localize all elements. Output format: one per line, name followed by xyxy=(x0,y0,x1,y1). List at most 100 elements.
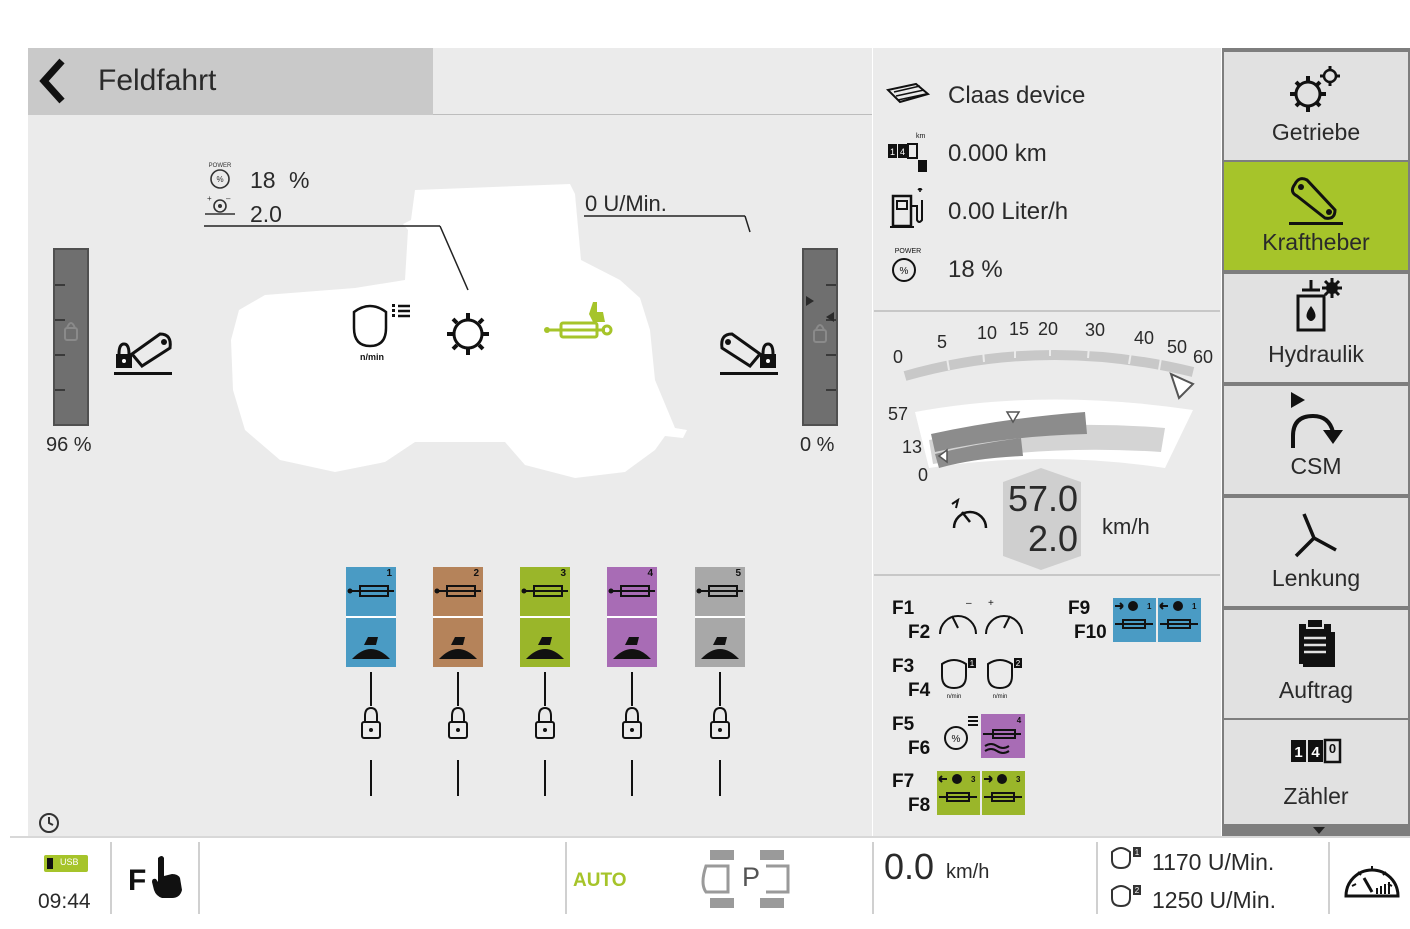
gears-icon xyxy=(1224,64,1408,114)
hitch-icon xyxy=(1224,174,1408,228)
valve-number: 1 xyxy=(386,568,392,579)
distance-value: 0.000 km xyxy=(948,140,1047,167)
sidebar-label-csm: CSM xyxy=(1290,453,1342,479)
sidebar-item-zaehler[interactable]: 1 4 0 Zähler xyxy=(1224,720,1408,824)
rpm-memory-2-icon: 2 xyxy=(1108,884,1144,914)
valve-lock-line-1[interactable] xyxy=(359,672,383,798)
status-separator-3 xyxy=(565,842,567,914)
sidebar-item-lenkung[interactable]: Lenkung xyxy=(1224,498,1408,606)
gear-icon[interactable] xyxy=(444,310,492,358)
fkey-f3-f4-rpm-memory-icons[interactable]: 1 n/min 2 n/min xyxy=(936,656,1028,700)
park-label: P xyxy=(742,862,761,892)
svg-text:%: % xyxy=(952,734,961,745)
speedometer-button[interactable] xyxy=(1342,852,1402,904)
park-brake-indicator[interactable]: P xyxy=(698,848,796,910)
gauge-range-label: 0 xyxy=(918,465,929,485)
fkey-f10-valve1-retract[interactable]: 1 xyxy=(1158,598,1201,642)
function-key-button[interactable]: F xyxy=(126,852,188,902)
svg-text:–: – xyxy=(966,598,972,609)
hydraulic-icon xyxy=(1224,276,1408,334)
valve-lock-line-4[interactable] xyxy=(620,672,644,798)
hydraulic-valve-1[interactable]: 1 xyxy=(346,567,396,667)
power-percent-info: 18 % xyxy=(948,256,1003,283)
valve-lock-line-3[interactable] xyxy=(533,672,557,798)
valve-lock-line-5[interactable] xyxy=(708,672,732,798)
fkey-f7-label: F7 xyxy=(892,771,915,792)
svg-text:4: 4 xyxy=(1311,744,1320,761)
rear-hitch-percent: 0 % xyxy=(800,434,835,456)
device-name: Claas device xyxy=(948,82,1086,109)
fkey-f5-power-icon[interactable]: % xyxy=(940,714,980,754)
fkey-f8-label: F8 xyxy=(908,795,931,816)
rear-hitch-lock-icon[interactable] xyxy=(718,326,782,378)
pto-speed: 0 U/Min. xyxy=(585,191,667,216)
info-divider-1 xyxy=(874,310,1220,312)
svg-text:2: 2 xyxy=(1135,886,1140,895)
fkey-f2-label: F2 xyxy=(908,622,931,643)
header-spacer xyxy=(433,48,872,115)
steering-icon xyxy=(1224,510,1408,560)
fkey-f5-label: F5 xyxy=(892,714,915,735)
hydraulic-valve-3[interactable]: 3 xyxy=(520,567,570,667)
clipboard-icon xyxy=(1224,616,1408,668)
fkey-f6-valve4-icon[interactable]: 4 xyxy=(981,714,1025,758)
hydraulic-valve-5[interactable]: 5 xyxy=(695,567,745,667)
valve-lock-line-2[interactable] xyxy=(446,672,470,798)
auto-mode-indicator[interactable]: AUTO xyxy=(573,870,626,892)
svg-text:POWER: POWER xyxy=(895,248,921,255)
padlock-icon xyxy=(535,672,555,796)
status-speed-value: 0.0 xyxy=(884,846,935,887)
engine-rpm-icon[interactable]: n/min xyxy=(350,300,414,364)
front-hitch-lock-icon[interactable] xyxy=(112,326,176,378)
speed-unit: km/h xyxy=(1102,514,1150,539)
front-hitch-scale[interactable] xyxy=(53,248,89,426)
clock-icon[interactable] xyxy=(38,812,60,834)
valve-number: 5 xyxy=(735,568,741,579)
odometer-icon: km 1 4 xyxy=(886,130,932,174)
hydraulic-valve-2[interactable]: 2 xyxy=(433,567,483,667)
sidebar-item-csm[interactable]: CSM xyxy=(1224,386,1408,494)
svg-text:n/min: n/min xyxy=(993,694,1008,700)
fkey-f8-valve3-extend[interactable]: 3 xyxy=(982,771,1025,815)
status-separator-4 xyxy=(872,842,874,914)
speedometer-icon xyxy=(948,498,992,534)
svg-text:1: 1 xyxy=(1294,744,1302,761)
hydraulic-cylinder-active-icon[interactable] xyxy=(543,298,615,344)
svg-text:F: F xyxy=(128,864,146,897)
fkey-f1-f2-speed-icons[interactable]: – + xyxy=(936,598,1028,638)
sidebar-item-kraftheber[interactable]: Kraftheber xyxy=(1224,162,1408,270)
hydraulic-valve-4[interactable]: 4 xyxy=(607,567,657,667)
info-divider-2 xyxy=(874,574,1220,576)
valve-cylinder-icon xyxy=(433,585,483,659)
sidebar-label-hydraulik: Hydraulik xyxy=(1268,341,1364,367)
valve-number: 2 xyxy=(473,568,479,579)
back-button[interactable] xyxy=(34,55,74,107)
wheel-slip-icon: + – xyxy=(204,194,236,216)
counter-icon: 1 4 0 xyxy=(1224,736,1408,766)
usb-badge: USB xyxy=(44,855,88,872)
valve-number: 3 xyxy=(560,568,566,579)
valve-cylinder-icon xyxy=(520,585,570,659)
front-hitch-percent: 96 % xyxy=(46,434,92,456)
sidebar-label-kraftheber: Kraftheber xyxy=(1262,229,1370,255)
svg-text:1: 1 xyxy=(1147,602,1152,611)
rpm-memory-2: 1250 U/Min. xyxy=(1152,887,1277,913)
sidebar-item-getriebe[interactable]: Getriebe xyxy=(1224,52,1408,160)
fkey-f7-valve3-retract[interactable]: 3 xyxy=(937,771,980,815)
svg-text:n/min: n/min xyxy=(947,694,962,700)
svg-text:1: 1 xyxy=(1135,848,1140,857)
gauge-range-label: 13 xyxy=(902,437,923,457)
rear-hitch-scale[interactable] xyxy=(802,248,838,426)
fkey-f9-valve1-extend[interactable]: 1 xyxy=(1113,598,1156,642)
svg-text:n/min: n/min xyxy=(360,352,384,362)
sidebar-item-auftrag[interactable]: Auftrag xyxy=(1224,610,1408,718)
svg-text:–: – xyxy=(226,194,231,203)
sidebar-scroll-down-icon[interactable] xyxy=(1312,826,1326,836)
actual-speed: 2.0 xyxy=(1028,518,1079,559)
gauge-scale-label: 10 xyxy=(977,323,998,343)
valve-cylinder-icon xyxy=(346,585,396,659)
target-speed[interactable]: 57.0 xyxy=(1008,478,1078,520)
sidebar-item-hydraulik[interactable]: Hydraulik xyxy=(1224,274,1408,382)
power-icon-info: POWER % xyxy=(888,244,928,284)
status-separator-5 xyxy=(1096,842,1098,914)
